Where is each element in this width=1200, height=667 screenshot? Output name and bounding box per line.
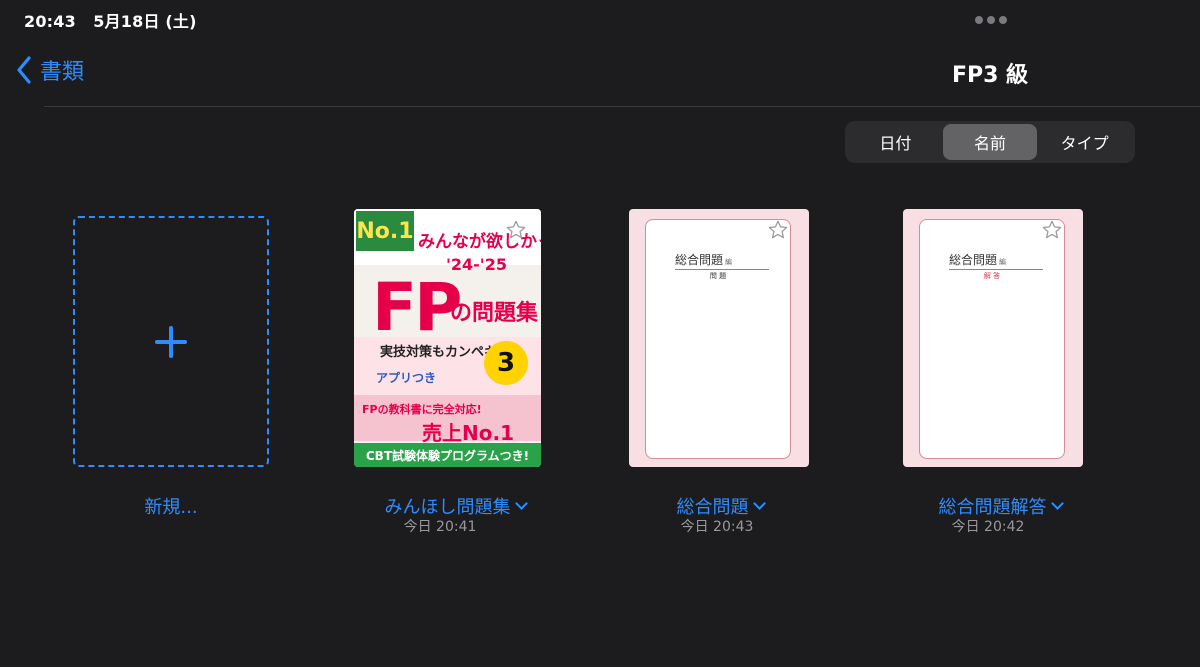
new-document-label[interactable]: 新規... (73, 493, 269, 519)
status-bar: 20:43 5月18日 (土) (0, 0, 1200, 34)
chevron-down-icon (752, 497, 766, 510)
chevron-down-icon (1050, 497, 1064, 510)
star-icon[interactable] (767, 219, 789, 241)
document-thumbnail-book[interactable]: No.1 みんなが欲しかった! '24-'25 FP の問題集 実技対策もカンペ… (354, 209, 541, 467)
page-title: FP3 級 (951, 63, 1029, 88)
cover-banner: FPの教科書に完全対応! (362, 403, 482, 416)
cover-subtitle: の問題集 (450, 301, 539, 326)
sort-segmented-control: 日付 名前 タイプ (845, 121, 1135, 163)
document-date-2: 今日 20:43 (680, 519, 754, 535)
chevron-down-icon (514, 497, 528, 510)
chevron-left-icon (17, 56, 31, 84)
page-heading-suffix: 編 (999, 258, 1007, 266)
page-heading: 総合問題編 (675, 251, 769, 270)
cover-grade: 3 (484, 341, 528, 385)
page-heading-text: 総合問題 (949, 253, 998, 267)
page-heading-suffix: 編 (725, 258, 733, 266)
cover-main: FP (372, 269, 462, 346)
sort-by-name[interactable]: 名前 (942, 124, 1038, 160)
cover-badge: No.1 (356, 211, 414, 251)
star-icon[interactable] (1041, 219, 1063, 241)
new-document-text: 新規... (144, 497, 198, 518)
back-label: 書類 (40, 60, 85, 85)
status-time-text: 20:43 (24, 12, 76, 31)
multitasking-dots-icon[interactable] (975, 16, 1007, 24)
sort-by-date[interactable]: 日付 (848, 124, 943, 160)
status-time: 20:43 5月18日 (土) (24, 8, 197, 32)
page-label: 問 題 (709, 272, 727, 280)
page-heading-text: 総合問題 (675, 253, 724, 267)
star-icon[interactable] (505, 219, 527, 241)
sort-by-type[interactable]: タイプ (1037, 124, 1132, 160)
document-thumbnail-page[interactable]: 総合問題編 問 題 (629, 209, 809, 467)
document-date-1: 今日 20:41 (403, 519, 477, 535)
page-heading: 総合問題編 (949, 251, 1043, 270)
new-document-button[interactable] (73, 216, 269, 467)
navigation-bar: 書類 FP3 級 (0, 40, 1200, 106)
back-button[interactable]: 書類 (16, 50, 84, 90)
page-label: 解 答 (983, 272, 1001, 280)
document-date-3: 今日 20:42 (951, 519, 1025, 535)
document-thumbnail-page[interactable]: 総合問題編 解 答 (903, 209, 1083, 467)
cover-sales: 売上No.1 (422, 421, 514, 445)
status-date-text: 5月18日 (土) (93, 12, 197, 31)
cover-app: アプリつき (376, 371, 437, 385)
nav-divider (44, 106, 1200, 107)
plus-icon (155, 325, 187, 358)
cover-cbt: CBT試験体験プログラムつき! (354, 443, 541, 467)
